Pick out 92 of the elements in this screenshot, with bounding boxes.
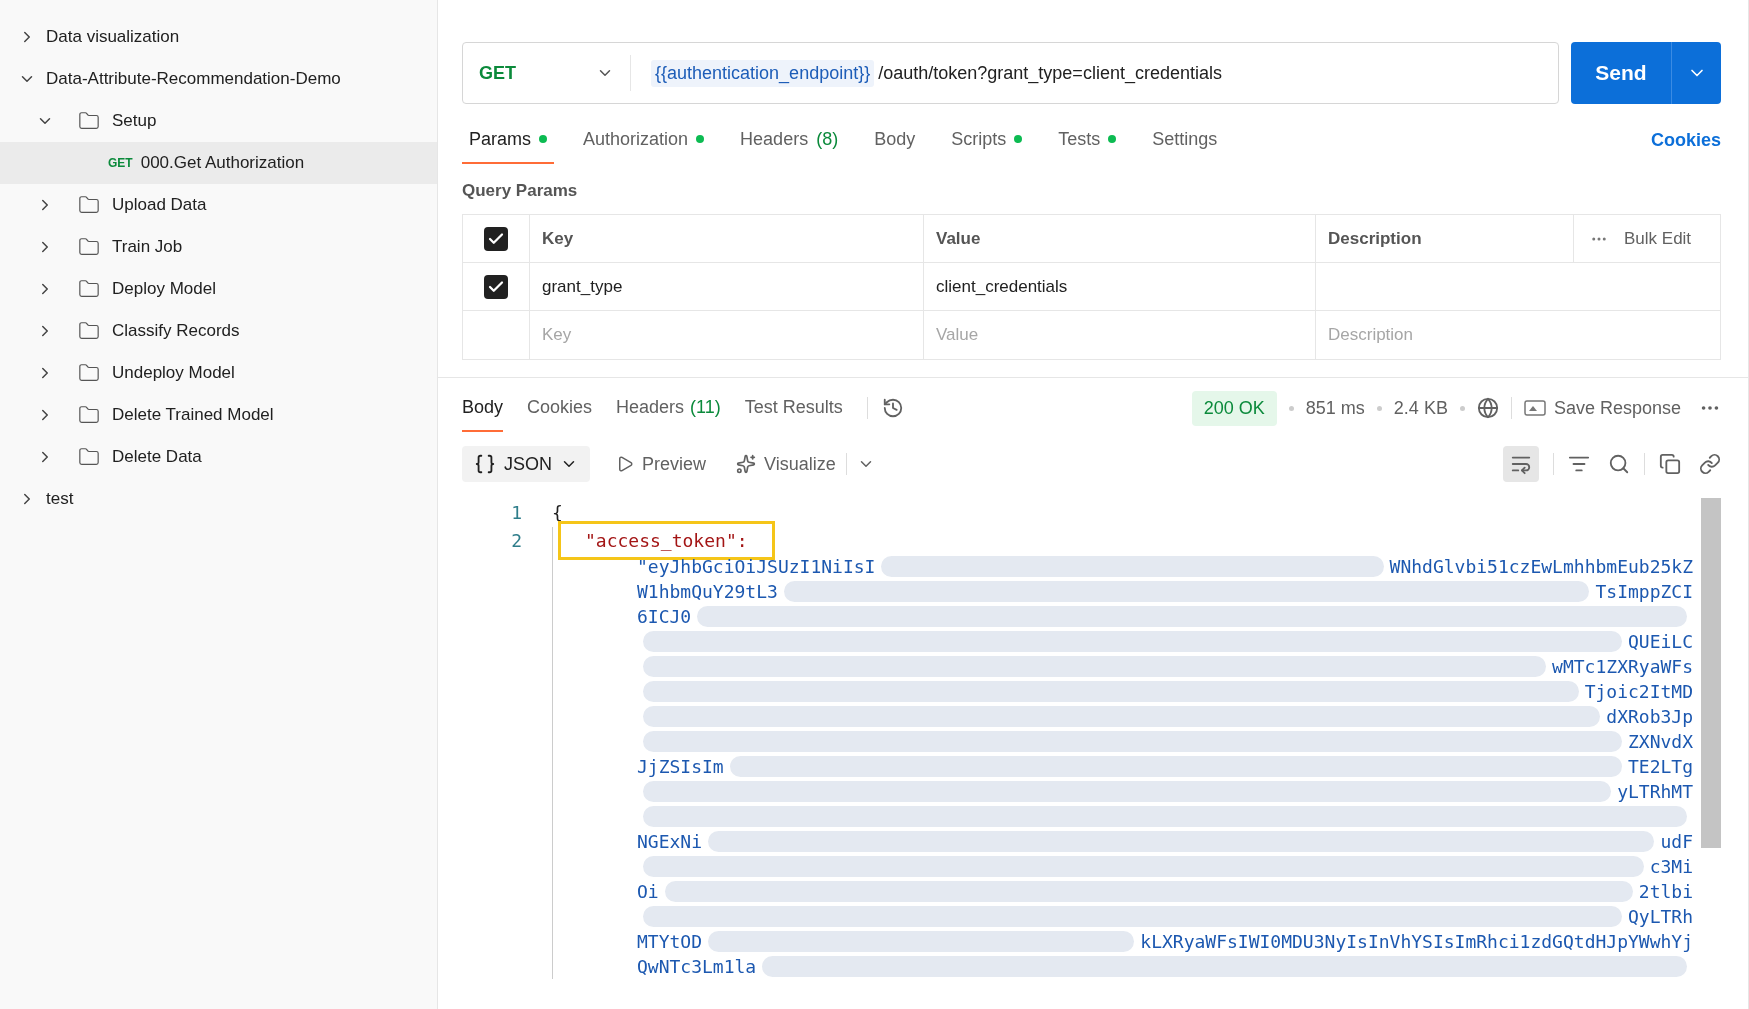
column-header: Key [530, 215, 924, 262]
token-text: WNhdGlvbi51czEwLmhhbmEub25kZ [1389, 555, 1693, 579]
table-cell: grant_type [530, 263, 924, 310]
url-path: /oauth/token?grant_type=client_credentials [878, 61, 1222, 86]
response-size: 2.4 KB [1393, 396, 1448, 420]
folder-name[interactable]: Deploy Model [112, 276, 216, 302]
copy-icon[interactable] [1659, 453, 1681, 475]
visualize-button[interactable]: Visualize [736, 450, 836, 478]
line-number: 2 [510, 528, 522, 553]
folder-icon [78, 236, 100, 258]
collection-name[interactable]: test [46, 486, 74, 512]
json-key: "access_token": [561, 523, 772, 557]
folder-name[interactable]: Train Job [112, 234, 183, 260]
token-text: 2tlbi [1638, 880, 1693, 904]
token-text: QwNTc3Lm1la [637, 955, 757, 979]
history-icon[interactable] [881, 397, 904, 419]
folder-icon [78, 278, 100, 300]
scrollbar[interactable] [1701, 498, 1721, 848]
preview-button[interactable]: Preview [616, 450, 707, 478]
format-dropdown[interactable]: JSON [462, 446, 590, 482]
folder-icon [78, 404, 100, 426]
status-badge: 200 OK [1191, 390, 1277, 426]
response-tab[interactable]: Test Results [744, 384, 843, 432]
section-title: Query Params [462, 180, 579, 203]
request-tab[interactable]: Headers (8) [733, 116, 846, 164]
cookies-link[interactable]: Cookies [1650, 126, 1721, 154]
request-tab[interactable]: Settings [1145, 116, 1225, 164]
request-tab[interactable]: Body [867, 116, 923, 164]
request-tab[interactable]: Authorization [576, 116, 712, 164]
folder-name[interactable]: Delete Data [112, 444, 202, 470]
request-tab[interactable]: Scripts [944, 116, 1030, 164]
column-header: Value [924, 215, 1316, 262]
folder-icon [78, 362, 100, 384]
folder-icon [78, 320, 100, 342]
search-icon[interactable] [1608, 453, 1630, 475]
method-label: GET [108, 155, 133, 172]
folder-icon [78, 194, 100, 216]
token-text: 6ICJ0 [637, 605, 692, 629]
request-tab[interactable]: Params [462, 116, 554, 164]
save-response-button[interactable]: Save Response [1523, 394, 1681, 422]
collection-name[interactable]: Data visualization [46, 24, 180, 50]
method-label: GET [479, 61, 516, 85]
token-text: QyLTRh [1627, 905, 1693, 929]
response-time: 851 ms [1305, 396, 1365, 420]
folder-name[interactable]: Setup [112, 108, 157, 134]
folder-name[interactable]: Upload Data [112, 192, 207, 218]
sparkle-icon [736, 454, 757, 474]
checkbox[interactable] [484, 274, 508, 299]
request-item[interactable]: GET 000.Get Authorization [0, 142, 437, 184]
token-text: QUEiLC [1627, 630, 1693, 654]
line-number: 1 [510, 500, 522, 525]
checkbox[interactable] [484, 226, 508, 251]
token-text: udF [1660, 830, 1693, 854]
token-text: W1hbmQuY29tL3 [637, 580, 778, 604]
url-bar[interactable]: GET {{authentication_endpoint}} /oauth/token?grant_type=client_credentials [462, 42, 1559, 104]
play-icon [616, 455, 634, 473]
token-text: MTYtOD [637, 930, 703, 954]
request-tab[interactable]: Tests [1051, 116, 1124, 164]
token-text: "eyJhbGciOiJSUzI1NiIsI [637, 555, 876, 579]
token-text: TE2LTg [1627, 755, 1693, 779]
token-text: Oi [637, 880, 659, 904]
token-text: dXRob3Jp [1606, 705, 1693, 729]
response-tab[interactable]: Body [462, 384, 504, 432]
token-text: c3Mi [1649, 855, 1693, 879]
response-tab[interactable]: Cookies [527, 384, 593, 432]
url-variable: {{authentication_endpoint}} [651, 59, 875, 87]
wrap-toggle[interactable] [1503, 446, 1539, 482]
json-brace: { [552, 501, 563, 523]
response-tab[interactable]: Headers (11) [616, 384, 721, 432]
folder-icon [78, 446, 100, 468]
method-dropdown[interactable]: GET [463, 55, 631, 91]
token-text: TsImppZCI [1595, 580, 1693, 604]
token-text: Tjoic2ItMD [1584, 680, 1693, 704]
folder-name[interactable]: Classify Records [112, 318, 240, 344]
folder-name[interactable]: Undeploy Model [112, 360, 235, 386]
bulk-edit-link[interactable]: Bulk Edit [1624, 225, 1692, 252]
image-icon [1523, 399, 1546, 417]
folder-name[interactable]: Delete Trained Model [112, 402, 274, 428]
globe-icon[interactable] [1476, 397, 1499, 419]
token-text: wMTc1ZXRyaWFs [1552, 655, 1693, 679]
braces-icon [474, 453, 496, 475]
link-icon[interactable] [1699, 453, 1721, 475]
token-text: JjZSIsIm [637, 755, 724, 779]
collection-name[interactable]: Data-Attribute-Recommendation-Demo [46, 66, 341, 92]
folder-icon [78, 110, 100, 132]
token-text: NGExNi [637, 830, 703, 854]
token-text: yLTRhMT [1617, 780, 1693, 804]
request-name: 000.Get Authorization [140, 152, 305, 175]
token-text: ZXNvdX [1627, 730, 1693, 754]
token-text: kLXRyaWFsIWI0MDU3NyIsInVhYSIsImRhci1zdGQtdHJpYWwhYj [1140, 930, 1693, 954]
table-cell: client_credentials [924, 263, 1316, 310]
column-header: Description [1316, 215, 1574, 262]
